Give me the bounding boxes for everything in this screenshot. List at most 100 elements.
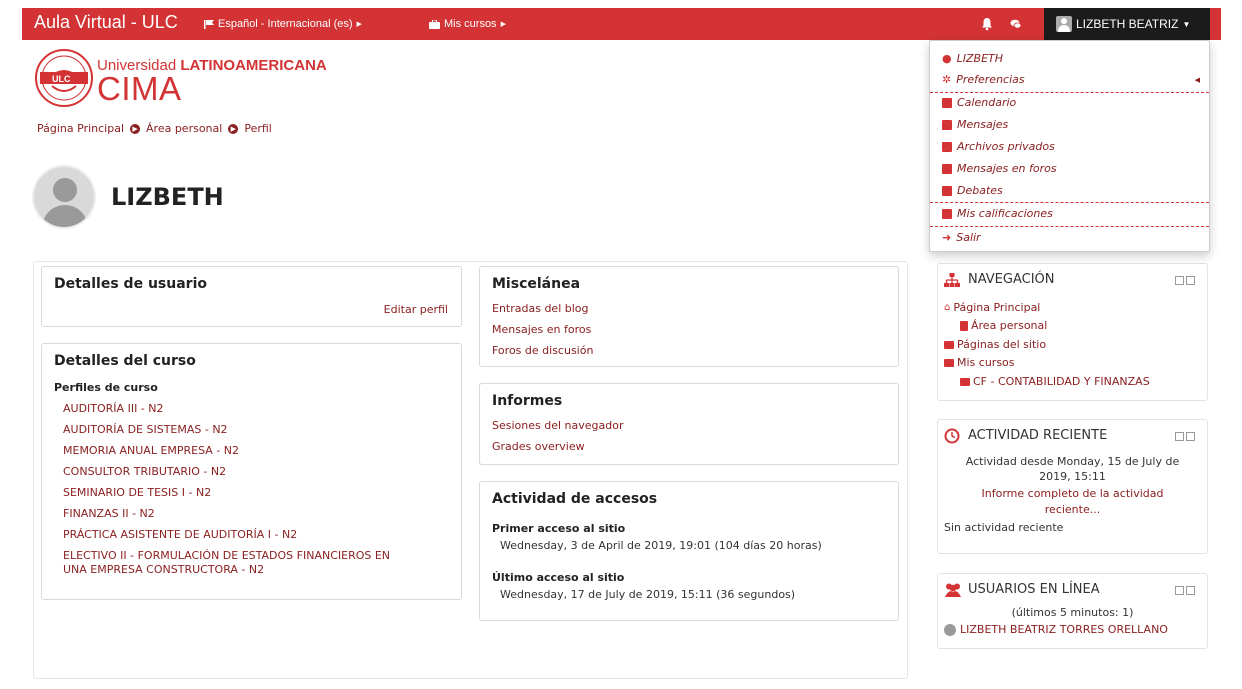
collapse-icon[interactable] [1175, 276, 1184, 285]
avatar [1056, 16, 1072, 32]
dropdown-item-profile[interactable]: ● LIZBETH [942, 52, 1003, 65]
recent-activity-block: ACTIVIDAD RECIENTE Actividad desde Monda… [937, 419, 1208, 554]
dock-icon[interactable] [1186, 276, 1195, 285]
nav-my-courses[interactable]: Mis cursos [944, 356, 1015, 369]
file-icon [960, 320, 968, 331]
course-link[interactable]: SEMINARIO DE TESIS I - N2 [63, 486, 211, 499]
online-user-link[interactable]: LIZBETH BEATRIZ TORRES ORELLANO [944, 623, 1168, 636]
course-link[interactable]: FINANZAS II - N2 [63, 507, 155, 520]
course-link[interactable]: PRÁCTICA ASISTENTE DE AUDITORÍA I - N2 [63, 528, 297, 541]
block-title: NAVEGACIÓN [968, 272, 1055, 287]
user-name: LIZBETH BEATRIZ [1076, 17, 1179, 31]
user-icon: ● [942, 52, 952, 65]
language-menu[interactable]: Español - Internacional (es) ▶ [204, 18, 362, 30]
user-menu-toggle[interactable]: LIZBETH BEATRIZ ▼ [1044, 8, 1210, 40]
card-title: Detalles del curso [54, 353, 196, 369]
caret-right-icon: ▶ [500, 21, 506, 28]
folder-open-icon [944, 358, 954, 367]
block-title: USUARIOS EN LÍNEA [968, 582, 1100, 597]
dropdown-item-grades[interactable]: Mis calificaciones [942, 207, 1053, 220]
breadcrumb-profile[interactable]: Perfil [244, 122, 272, 135]
calendar-icon [942, 97, 952, 108]
dropdown-item-private-files[interactable]: Archivos privados [942, 140, 1055, 153]
block-controls[interactable] [1175, 432, 1195, 442]
first-access-label: Primer acceso al sitio [492, 522, 626, 535]
dock-icon[interactable] [1186, 432, 1195, 441]
dropdown-divider [930, 92, 1209, 93]
dock-icon[interactable] [1186, 586, 1195, 595]
course-link[interactable]: CONSULTOR TRIBUTARIO - N2 [63, 465, 226, 478]
dropdown-divider [930, 226, 1209, 227]
edit-profile-link[interactable]: Editar perfil [384, 303, 448, 316]
folder-icon [960, 377, 970, 386]
site-brand[interactable]: Aula Virtual - ULC [34, 12, 178, 33]
caret-left-icon: ◀ [1194, 75, 1200, 84]
site-logo[interactable]: ULC Universidad LATINOAMERICANA CIMA [33, 46, 333, 110]
nav-course[interactable]: CF - CONTABILIDAD Y FINANZAS [960, 375, 1150, 388]
collapse-icon[interactable] [1175, 432, 1184, 441]
user-dropdown-menu: ● LIZBETH ✲ Preferencias ◀ Calendario Mensa… [929, 40, 1210, 252]
misc-card: Miscelánea Entradas del blog Mensajes en… [479, 266, 899, 367]
card-title: Informes [492, 393, 563, 409]
dropdown-item-preferences[interactable]: ✲ Preferencias ◀ [942, 73, 1200, 86]
breadcrumb-home[interactable]: Página Principal [37, 122, 124, 135]
file-icon [942, 141, 952, 152]
card-title: Actividad de accesos [492, 491, 658, 507]
dropdown-item-messages[interactable]: Mensajes [942, 118, 1008, 131]
activity-since-line1: Actividad desde Monday, 15 de July de [965, 455, 1180, 468]
login-activity-card: Actividad de accesos Primer acceso al si… [479, 481, 899, 621]
course-link[interactable]: AUDITORÍA DE SISTEMAS - N2 [63, 423, 228, 436]
my-courses-label: Mis cursos [444, 18, 497, 30]
course-link[interactable]: AUDITORÍA III - N2 [63, 402, 164, 415]
caret-down-icon: ▼ [1182, 19, 1191, 29]
nav-site-pages[interactable]: Páginas del sitio [944, 338, 1046, 351]
bell-icon[interactable] [980, 17, 994, 31]
grades-icon [942, 208, 952, 219]
forum-posts-link[interactable]: Mensajes en foros [492, 323, 591, 336]
messages-icon[interactable] [1009, 17, 1023, 31]
sign-out-icon: ➜ [942, 231, 952, 244]
page-title: LIZBETH [111, 183, 224, 211]
online-users-block: USUARIOS EN LÍNEA (últimos 5 minutos: 1)… [937, 573, 1208, 649]
reports-card: Informes Sesiones del navegador Grades o… [479, 383, 899, 465]
logo-line2: CIMA [97, 70, 182, 107]
grades-overview-link[interactable]: Grades overview [492, 440, 585, 453]
full-report-link-2[interactable]: reciente... [938, 503, 1207, 516]
dropdown-item-logout[interactable]: ➜ Salir [942, 231, 981, 244]
comment-icon [942, 163, 952, 174]
envelope-icon [942, 119, 952, 130]
block-controls[interactable] [1175, 586, 1195, 596]
course-link[interactable]: MEMORIA ANUAL EMPRESA - N2 [63, 444, 239, 457]
nav-dashboard[interactable]: Área personal [960, 319, 1047, 332]
profile-avatar [32, 165, 96, 229]
my-courses-menu[interactable]: Mis cursos ▶ [429, 18, 506, 30]
folder-icon [944, 340, 954, 349]
chevron-right-icon: ▶ [228, 123, 239, 134]
clock-icon [944, 428, 960, 444]
dropdown-item-discussions[interactable]: Debates [942, 184, 1003, 197]
gear-icon: ✲ [942, 73, 952, 86]
activity-since-line2: 2019, 15:11 [1039, 470, 1106, 483]
navigation-block: NAVEGACIÓN ⌂ Página Principal Área person… [937, 263, 1208, 401]
course-link[interactable]: ELECTIVO II - FORMULACIÓN DE ESTADOS FIN… [63, 549, 390, 562]
blog-entries-link[interactable]: Entradas del blog [492, 302, 589, 315]
full-report-link[interactable]: Informe completo de la actividad [938, 487, 1207, 500]
caret-right-icon: ▶ [356, 21, 362, 28]
breadcrumb-dashboard[interactable]: Área personal [146, 122, 222, 135]
top-navbar: Aula Virtual - ULC Español - Internacion… [22, 8, 1221, 40]
dropdown-item-calendar[interactable]: Calendario [942, 96, 1016, 109]
first-access-value: Wednesday, 3 de April de 2019, 19:01 (10… [500, 539, 822, 552]
course-link[interactable]: UNA EMPRESA CONSTRUCTORA - N2 [63, 563, 264, 576]
course-details-card: Detalles del curso Perfiles de curso AUD… [41, 343, 462, 600]
dropdown-item-forum-posts[interactable]: Mensajes en foros [942, 162, 1057, 175]
browser-sessions-link[interactable]: Sesiones del navegador [492, 419, 623, 432]
last-access-value: Wednesday, 17 de July de 2019, 15:11 (36… [500, 588, 796, 601]
collapse-icon[interactable] [1175, 586, 1184, 595]
forum-discussions-link[interactable]: Foros de discusión [492, 344, 593, 357]
dropdown-divider [930, 202, 1209, 203]
block-title: ACTIVIDAD RECIENTE [968, 428, 1108, 443]
users-icon [945, 583, 961, 597]
nav-home[interactable]: ⌂ Página Principal [944, 301, 1040, 314]
block-controls[interactable] [1175, 276, 1195, 286]
card-title: Detalles de usuario [54, 276, 207, 292]
